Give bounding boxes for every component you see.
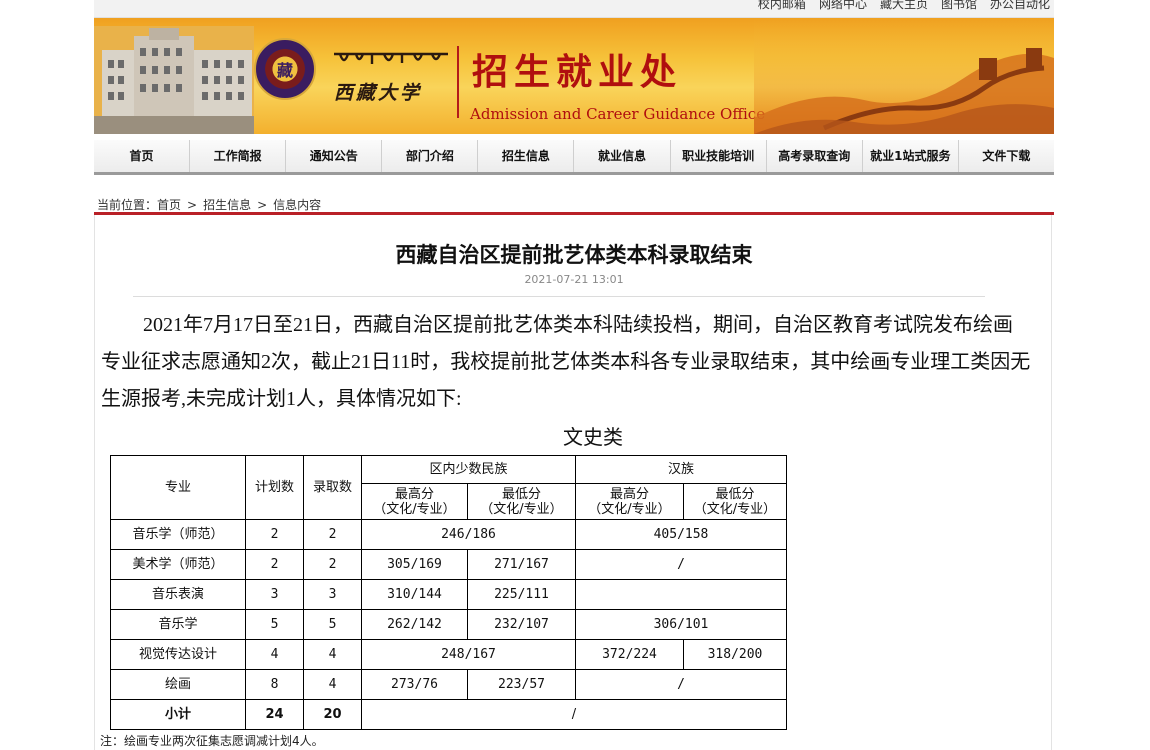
table-title: 文史类 bbox=[563, 425, 623, 449]
university-name: 西藏大学 bbox=[334, 82, 423, 104]
header-han-min: 最低分 （文化/专业） bbox=[683, 483, 787, 520]
table-note: 注：绘画专业两次征集志愿调减计划4人。 bbox=[100, 734, 324, 748]
admission-table: 专业 计划数 录取数 区内少数民族 汉族 最高分 （文化/专业） 最低分 （文化/专… bbox=[110, 455, 787, 730]
breadcrumb-home[interactable]: 首页 bbox=[157, 198, 181, 212]
article-content: 西藏自治区提前批艺体类本科录取结束 2021-07-21 13:01 2021年… bbox=[94, 215, 1052, 750]
nav-file-download[interactable]: 文件下载 bbox=[959, 140, 1054, 172]
nav-notices[interactable]: 通知公告 bbox=[286, 140, 383, 172]
title-divider bbox=[133, 296, 985, 297]
great-wall-image bbox=[754, 18, 1054, 134]
table-row: 美术学（师范） 2 2 305/169 271/167 / bbox=[110, 549, 787, 580]
university-seal-logo: 藏 bbox=[254, 38, 316, 100]
breadcrumb-admission-info[interactable]: 招生信息 bbox=[203, 198, 251, 212]
top-links-bar: 校内邮箱 网络中心 藏大主页 图书馆 办公自动化 bbox=[94, 0, 1054, 18]
main-navigation: 首页 工作简报 通知公告 部门介绍 招生信息 就业信息 职业技能培训 高考录取查… bbox=[94, 140, 1054, 175]
nav-skills-training[interactable]: 职业技能培训 bbox=[671, 140, 767, 172]
article-date: 2021-07-21 13:01 bbox=[524, 273, 624, 286]
toplink-mail[interactable]: 校内邮箱 bbox=[758, 0, 806, 17]
header-minority-min: 最低分 （文化/专业） bbox=[467, 483, 576, 520]
office-name-chinese: 招生就业处 bbox=[472, 51, 683, 93]
table-total-row: 小计 24 20 / bbox=[110, 699, 787, 730]
nav-one-stop-service[interactable]: 就业1站式服务 bbox=[863, 140, 959, 172]
nav-department-intro[interactable]: 部门介绍 bbox=[382, 140, 479, 172]
toplink-university-home[interactable]: 藏大主页 bbox=[880, 0, 928, 17]
header-admit: 录取数 bbox=[303, 455, 362, 520]
tibetan-script-logo bbox=[334, 52, 448, 64]
breadcrumb-separator: > bbox=[257, 198, 268, 212]
nav-admission-info[interactable]: 招生信息 bbox=[478, 140, 575, 172]
article-paragraph: 2021年7月17日至21日，西藏自治区提前批艺体类本科陆续投档，期间，自治区教… bbox=[101, 314, 1031, 410]
banner-divider bbox=[457, 46, 459, 118]
article-title: 西藏自治区提前批艺体类本科录取结束 bbox=[395, 243, 753, 267]
toplink-library[interactable]: 图书馆 bbox=[941, 0, 977, 17]
table-row: 绘画 8 4 273/76 223/57 / bbox=[110, 669, 787, 700]
breadcrumb-current: 信息内容 bbox=[273, 198, 322, 212]
header-han-max: 最高分 （文化/专业） bbox=[575, 483, 684, 520]
nav-employment-info[interactable]: 就业信息 bbox=[574, 140, 671, 172]
breadcrumb-separator: > bbox=[187, 198, 198, 212]
header-han: 汉族 bbox=[575, 455, 787, 484]
table-row: 音乐表演 3 3 310/144 225/111 bbox=[110, 579, 787, 610]
header-minority-max: 最高分 （文化/专业） bbox=[361, 483, 468, 520]
header-major: 专业 bbox=[110, 455, 246, 520]
table-row: 音乐学 5 5 262/142 232/107 306/101 bbox=[110, 609, 787, 640]
page-wrapper: 校内邮箱 网络中心 藏大主页 图书馆 办公自动化 藏 西藏大学 招生就业处 Ad… bbox=[94, 0, 1054, 750]
site-banner: 藏 西藏大学 招生就业处 Admission and Career Guidan… bbox=[94, 18, 1054, 134]
header-minority: 区内少数民族 bbox=[361, 455, 576, 484]
table-row: 视觉传达设计 4 4 248/167 372/224 318/200 bbox=[110, 639, 787, 670]
toplink-network-center[interactable]: 网络中心 bbox=[819, 0, 867, 17]
table-row: 音乐学（师范） 2 2 246/186 405/158 bbox=[110, 519, 787, 550]
nav-work-briefing[interactable]: 工作简报 bbox=[190, 140, 287, 172]
nav-admission-query[interactable]: 高考录取查询 bbox=[767, 140, 863, 172]
nav-home[interactable]: 首页 bbox=[94, 140, 191, 172]
office-name-english: Admission and Career Guidance Office bbox=[470, 105, 766, 123]
breadcrumb: 当前位置：首页 > 招生信息 > 信息内容 bbox=[97, 198, 321, 212]
campus-building-image bbox=[94, 26, 254, 134]
breadcrumb-prefix: 当前位置： bbox=[97, 198, 158, 212]
header-plan: 计划数 bbox=[245, 455, 304, 520]
toplink-office-automation[interactable]: 办公自动化 bbox=[990, 0, 1050, 17]
